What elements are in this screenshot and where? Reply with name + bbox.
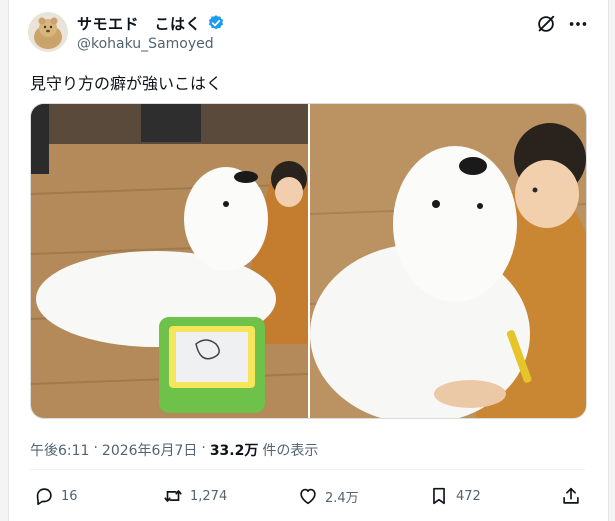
post-card: サモエド こはく @kohaku_Samoyed 見守り方の癖が強いこはく 午後…	[8, 0, 609, 521]
repost-icon	[164, 490, 182, 502]
share-icon	[563, 487, 579, 504]
reply-button[interactable]: 16	[33, 484, 78, 508]
post-date[interactable]: 2026年6月7日	[102, 440, 197, 460]
photo-samoyed-and-child-wide[interactable]	[31, 104, 308, 418]
post-time[interactable]: 午後6:11	[30, 440, 89, 460]
author-name-row: サモエド こはく	[77, 12, 225, 34]
avatar[interactable]	[28, 12, 68, 52]
meta-separator: ·	[201, 440, 206, 456]
display-name[interactable]: サモエド こはく	[77, 13, 201, 34]
like-count: 2.4万	[325, 490, 359, 506]
post-text: 見守り方の癖が強いこはく	[30, 74, 223, 93]
reply-count: 16	[61, 488, 78, 504]
bookmark-count: 472	[456, 488, 481, 504]
more-icon[interactable]	[567, 13, 589, 35]
repost-button[interactable]: 1,274	[162, 484, 227, 508]
repost-count: 1,274	[190, 488, 228, 504]
grok-icon[interactable]	[535, 13, 557, 35]
bookmark-icon	[433, 487, 445, 505]
views-label: 件の表示	[262, 443, 319, 459]
post-meta: 午後6:11 · 2026年6月7日 · 33.2万 件の表示	[30, 440, 318, 460]
like-button[interactable]: 2.4万	[297, 484, 359, 508]
share-button[interactable]	[560, 484, 582, 508]
verified-badge-icon	[207, 14, 225, 32]
media-grid	[30, 103, 587, 419]
meta-separator: ·	[93, 440, 98, 456]
bookmark-button[interactable]: 472	[428, 484, 481, 508]
divider	[30, 469, 585, 470]
author-handle[interactable]: @kohaku_Samoyed	[77, 36, 214, 52]
like-icon	[300, 488, 316, 505]
reply-icon	[36, 488, 52, 506]
photo-samoyed-and-child-closeup[interactable]	[310, 104, 586, 418]
views-count[interactable]: 33.2万	[210, 440, 259, 460]
